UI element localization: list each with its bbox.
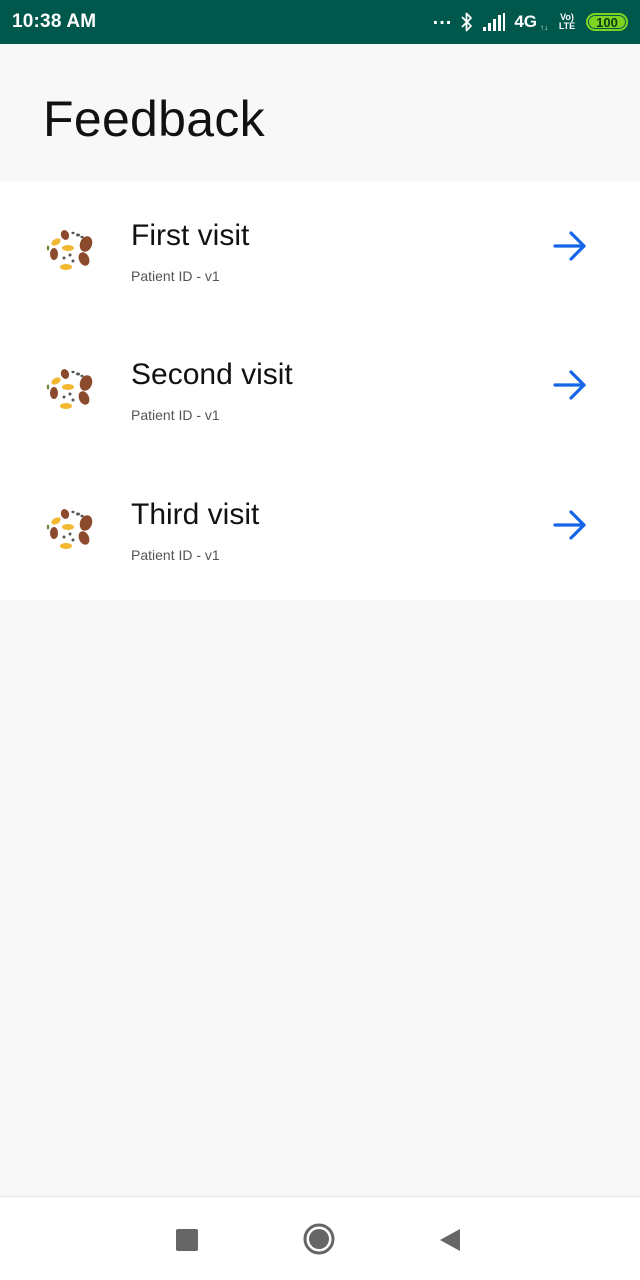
item-subtitle: Patient ID - v1 <box>131 546 220 563</box>
list-item-second-visit[interactable]: Second visit Patient ID - v1 <box>0 321 640 460</box>
home-icon[interactable] <box>303 1223 335 1255</box>
battery-level: 100 <box>596 14 618 30</box>
page-title: Feedback <box>43 91 265 147</box>
arrow-right-icon[interactable] <box>552 507 588 543</box>
item-title: First visit <box>131 219 250 252</box>
network-activity: ↑↓ <box>540 22 548 32</box>
arrow-right-icon[interactable] <box>552 228 588 264</box>
volte-bottom: LTE <box>558 21 576 31</box>
app-logo-icon <box>46 230 93 270</box>
bluetooth-icon <box>461 12 473 32</box>
list-item-third-visit[interactable]: Third visit Patient ID - v1 <box>0 461 640 600</box>
visit-list: First visit Patient ID - v1 Second visit… <box>0 182 640 600</box>
network-type: 4G <box>514 12 537 31</box>
app-logo-icon <box>46 508 93 549</box>
item-subtitle: Patient ID - v1 <box>131 407 220 424</box>
status-icons: ... 4G ↑↓ Vo) LTE 100 <box>432 7 628 33</box>
recent-apps-icon[interactable] <box>176 1229 198 1251</box>
item-title: Second visit <box>131 358 293 392</box>
item-title: Third visit <box>131 497 260 531</box>
signal-icon <box>483 13 506 31</box>
arrow-right-icon[interactable] <box>552 367 588 403</box>
app-logo-icon <box>46 369 93 410</box>
status-time: 10:38 AM <box>12 11 97 32</box>
status-dots: ... <box>432 7 453 29</box>
battery-icon: 100 <box>586 13 628 31</box>
back-icon[interactable] <box>438 1227 462 1253</box>
item-subtitle: Patient ID - v1 <box>131 268 220 284</box>
volte-indicator: Vo) LTE <box>556 13 578 31</box>
navigation-bar <box>0 1196 640 1280</box>
status-bar: 10:38 AM ... 4G ↑↓ Vo) LTE 100 <box>0 0 640 44</box>
list-item-first-visit[interactable]: First visit Patient ID - v1 <box>0 182 640 321</box>
header: Feedback <box>0 44 640 182</box>
